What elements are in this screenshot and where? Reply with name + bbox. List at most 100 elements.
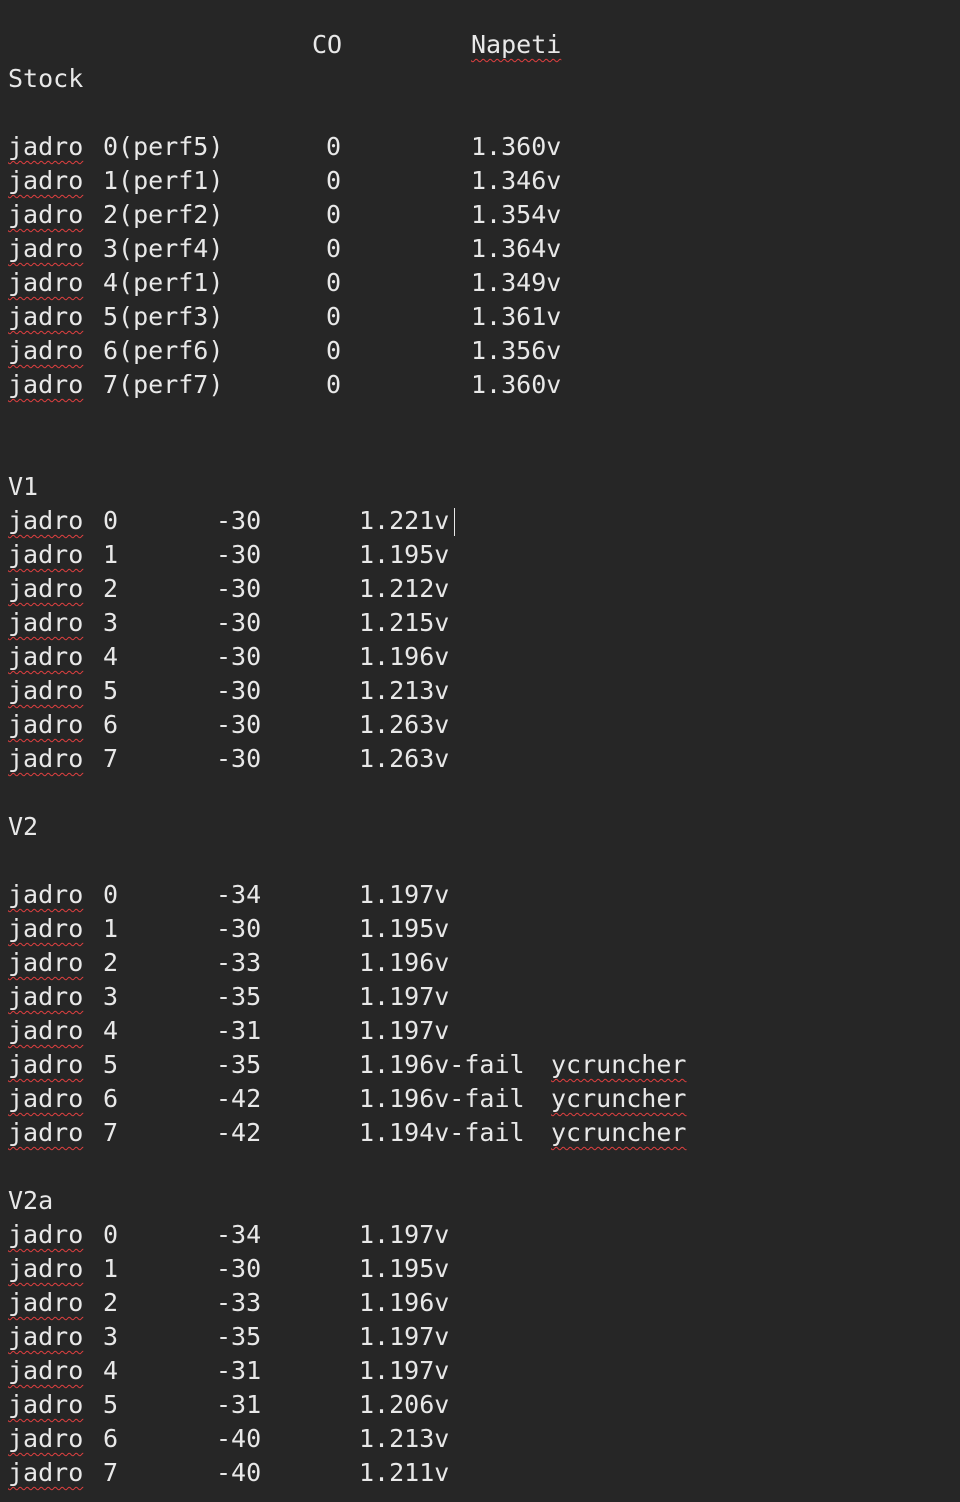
co-value: -31 xyxy=(216,1016,262,1045)
core-word: jadro xyxy=(8,982,84,1011)
section-title-v2: V2 xyxy=(8,810,952,844)
core-word: jadro xyxy=(8,1084,84,1113)
voltage-value: 1.213v xyxy=(359,676,450,705)
core-id: 0 xyxy=(103,880,119,909)
core-id: 6(perf6) xyxy=(103,336,224,365)
co-value: 0 xyxy=(326,302,342,331)
section-title-stock: Stock xyxy=(8,62,952,96)
co-value: -42 xyxy=(216,1084,262,1113)
voltage-value: 1.211v xyxy=(359,1458,450,1487)
core-word: jadro xyxy=(8,1322,84,1351)
co-value: -35 xyxy=(216,1322,262,1351)
voltage-value: 1.197v xyxy=(359,880,450,909)
co-value: 0 xyxy=(326,132,342,161)
core-word: jadro xyxy=(8,1050,84,1079)
voltage-value: 1.349v xyxy=(471,268,562,297)
co-value: -30 xyxy=(216,744,262,773)
voltage-value: 1.212v xyxy=(359,574,450,603)
core-word: jadro xyxy=(8,1254,84,1283)
core-id: 4 xyxy=(103,1016,119,1045)
core-word: jadro xyxy=(8,132,84,161)
voltage-value: 1.354v xyxy=(471,200,562,229)
core-id: 1 xyxy=(103,1254,119,1283)
co-value: -40 xyxy=(216,1458,262,1487)
voltage-value: 1.206v xyxy=(359,1390,450,1419)
section-title: Stock xyxy=(8,64,84,93)
table-row: jadro 1(perf1) 0 1.346v xyxy=(8,164,952,198)
table-row: jadro 0(perf5) 0 1.360v xyxy=(8,130,952,164)
core-id: 7(perf7) xyxy=(103,370,224,399)
table-row: jadro 1 -30 1.195v xyxy=(8,538,952,572)
core-id: 2 xyxy=(103,1288,119,1317)
core-id: 0 xyxy=(103,1220,119,1249)
co-value: 0 xyxy=(326,234,342,263)
core-id: 5 xyxy=(103,1390,119,1419)
voltage-value: 1.197v xyxy=(359,982,450,1011)
co-value: -30 xyxy=(216,642,262,671)
core-id: 1 xyxy=(103,540,119,569)
core-word: jadro xyxy=(8,234,84,263)
core-word: jadro xyxy=(8,676,84,705)
table-row: jadro 6(perf6) 0 1.356v xyxy=(8,334,952,368)
core-id: 0(perf5) xyxy=(103,132,224,161)
voltage-value: 1.196v xyxy=(359,948,450,977)
voltage-value: 1.356v xyxy=(471,336,562,365)
fail-note: ycruncher xyxy=(551,1084,687,1113)
table-row: jadro 4 -30 1.196v xyxy=(8,640,952,674)
voltage-value: 1.195v xyxy=(359,914,450,943)
co-value: -40 xyxy=(216,1424,262,1453)
co-value: -30 xyxy=(216,540,262,569)
section-title: V2 xyxy=(8,812,39,841)
core-id: 7 xyxy=(103,1118,119,1147)
table-row: jadro 5 -31 1.206v xyxy=(8,1388,952,1422)
voltage-value: 1.196v xyxy=(359,642,450,671)
core-id: 6 xyxy=(103,1084,119,1113)
co-value: 0 xyxy=(326,166,342,195)
core-word: jadro xyxy=(8,1288,84,1317)
co-value: -30 xyxy=(216,506,262,535)
co-value: 0 xyxy=(326,268,342,297)
table-row: jadro 7 -42 1.194v-fail ycruncher xyxy=(8,1116,952,1150)
core-word: jadro xyxy=(8,1356,84,1385)
core-word: jadro xyxy=(8,370,84,399)
core-word: jadro xyxy=(8,948,84,977)
co-value: -31 xyxy=(216,1390,262,1419)
table-row: jadro 2 -30 1.212v xyxy=(8,572,952,606)
co-value: -30 xyxy=(216,1254,262,1283)
co-value: 0 xyxy=(326,370,342,399)
core-word: jadro xyxy=(8,166,84,195)
voltage-value: 1.360v xyxy=(471,132,562,161)
table-row: jadro 5(perf3) 0 1.361v xyxy=(8,300,952,334)
text-caret xyxy=(453,504,455,538)
core-id: 1(perf1) xyxy=(103,166,224,195)
table-row: jadro 2 -33 1.196v xyxy=(8,1286,952,1320)
co-value: -35 xyxy=(216,982,262,1011)
voltage-value: 1.263v xyxy=(359,710,450,739)
header-line: CO Napeti xyxy=(8,28,952,62)
core-id: 0 xyxy=(103,506,119,535)
table-row: jadro 6 -42 1.196v-fail ycruncher xyxy=(8,1082,952,1116)
co-value: -30 xyxy=(216,608,262,637)
table-row: jadro 5 -35 1.196v-fail ycruncher xyxy=(8,1048,952,1082)
table-row: jadro 2(perf2) 0 1.354v xyxy=(8,198,952,232)
section-title: V2a xyxy=(8,1186,54,1215)
voltage-value: 1.196v xyxy=(359,1288,450,1317)
core-word: jadro xyxy=(8,1424,84,1453)
fail-note: ycruncher xyxy=(551,1118,687,1147)
co-value: -34 xyxy=(216,1220,262,1249)
co-value: 0 xyxy=(326,336,342,365)
core-id: 7 xyxy=(103,1458,119,1487)
text-editor[interactable]: CO Napeti Stock jadro 0(perf5) 0 1.360v jadr… xyxy=(8,28,952,1490)
co-value: -30 xyxy=(216,574,262,603)
voltage-value: 1.346v xyxy=(471,166,562,195)
core-word: jadro xyxy=(8,1220,84,1249)
table-row: jadro 3 -30 1.215v xyxy=(8,606,952,640)
core-id: 4 xyxy=(103,642,119,671)
core-id: 2(perf2) xyxy=(103,200,224,229)
voltage-value: 1.221v xyxy=(359,506,450,535)
core-word: jadro xyxy=(8,1390,84,1419)
core-word: jadro xyxy=(8,1016,84,1045)
